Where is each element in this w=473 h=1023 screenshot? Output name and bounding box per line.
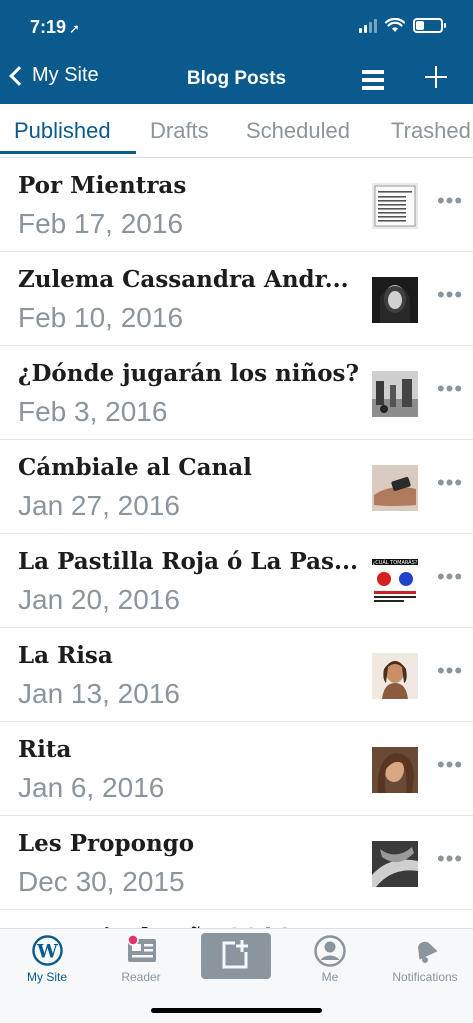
me-icon — [314, 935, 346, 967]
post-filter-tabs: Published Drafts Scheduled Trashed — [0, 104, 473, 158]
post-thumbnail — [372, 183, 418, 229]
post-thumbnail — [372, 277, 418, 323]
post-row[interactable]: Mensaje de año 2016...Dec 23, 2015••• — [0, 910, 473, 928]
tabbar-label: My Site — [26, 970, 67, 984]
post-date: Feb 10, 2016 — [18, 302, 184, 333]
bell-icon — [418, 941, 438, 963]
post-title: La Risa — [18, 642, 113, 669]
tabbar-label: Reader — [121, 970, 161, 984]
signal-icon — [359, 18, 377, 33]
more-options-icon[interactable]: ••• — [436, 190, 464, 214]
add-post-button[interactable] — [425, 66, 447, 88]
post-title: Zulema Cassandra Andr... — [18, 266, 349, 293]
post-title: La Pastilla Roja ó La Pas... — [18, 548, 359, 575]
wifi-icon — [385, 18, 405, 32]
post-title: Por Mientras — [18, 172, 187, 199]
post-title: ¿Dónde jugarán los niños? — [18, 360, 359, 387]
post-date: Jan 20, 2016 — [18, 584, 180, 615]
post-date: Feb 17, 2016 — [18, 208, 184, 239]
more-options-icon[interactable]: ••• — [436, 566, 464, 590]
svg-text:¿CUÁL TOMARÁS?: ¿CUÁL TOMARÁS? — [373, 559, 418, 566]
wordpress-icon: W — [32, 935, 63, 966]
post-date: Jan 6, 2016 — [18, 772, 165, 803]
post-list: Por Mientras Feb 17, 2016 ••• Zulema Cassan… — [0, 158, 473, 928]
reader-icon — [127, 935, 156, 962]
post-title: Cámbiale al Canal — [18, 454, 252, 481]
new-post-icon — [201, 933, 271, 979]
tab-drafts[interactable]: Drafts — [150, 118, 209, 144]
post-date: Feb 3, 2016 — [18, 396, 168, 427]
more-options-icon[interactable]: ••• — [436, 754, 464, 778]
clock-text: 7:19 — [30, 17, 67, 37]
post-thumbnail — [372, 371, 418, 417]
post-title: Les Propongo — [18, 830, 195, 857]
post-row[interactable]: Les Propongo Dec 30, 2015 ••• — [0, 816, 473, 910]
post-date: Jan 13, 2016 — [18, 678, 180, 709]
tabbar-label: Notifications — [392, 970, 458, 984]
tab-published[interactable]: Published — [14, 118, 111, 144]
active-tab-indicator — [0, 151, 136, 154]
more-options-icon[interactable]: ••• — [436, 472, 464, 496]
post-thumbnail — [372, 465, 418, 511]
more-options-icon[interactable]: ••• — [436, 284, 464, 308]
tabbar-label: Me — [321, 970, 339, 984]
page-title: Blog Posts — [186, 68, 287, 89]
more-options-icon[interactable]: ••• — [436, 378, 464, 402]
tab-trashed[interactable]: Trashed — [391, 118, 471, 144]
post-title: Rita — [18, 736, 72, 763]
tab-scheduled[interactable]: Scheduled — [246, 118, 350, 144]
status-time: 7:19 ➚ — [30, 17, 80, 38]
home-indicator — [151, 1008, 322, 1013]
post-row[interactable]: Rita Jan 6, 2016 ••• — [0, 722, 473, 816]
location-icon: ➚ — [69, 21, 80, 36]
post-thumbnail — [372, 841, 418, 887]
post-thumbnail: ¿CUÁL TOMARÁS? — [372, 559, 418, 605]
post-row[interactable]: Por Mientras Feb 17, 2016 ••• — [0, 158, 473, 252]
svg-text:W: W — [36, 941, 58, 962]
post-row[interactable]: Zulema Cassandra Andr... Feb 10, 2016 ••• — [0, 252, 473, 346]
battery-icon — [413, 18, 446, 33]
post-row[interactable]: Cámbiale al Canal Jan 27, 2016 ••• — [0, 440, 473, 534]
list-view-toggle-icon[interactable] — [362, 70, 384, 90]
more-options-icon[interactable]: ••• — [436, 660, 464, 684]
post-row[interactable]: La Pastilla Roja ó La Pas... Jan 20, 2016… — [0, 534, 473, 628]
post-thumbnail — [372, 747, 418, 793]
top-bar: 7:19 ➚ My Site Blog Posts — [0, 0, 473, 104]
more-options-icon[interactable]: ••• — [436, 848, 464, 872]
post-row[interactable]: ¿Dónde jugarán los niños? Feb 3, 2016 ••• — [0, 346, 473, 440]
post-date: Dec 30, 2015 — [18, 866, 185, 897]
post-row[interactable]: La Risa Jan 13, 2016 ••• — [0, 628, 473, 722]
status-icons — [359, 18, 446, 33]
post-thumbnail — [372, 653, 418, 699]
post-date: Jan 27, 2016 — [18, 490, 180, 521]
